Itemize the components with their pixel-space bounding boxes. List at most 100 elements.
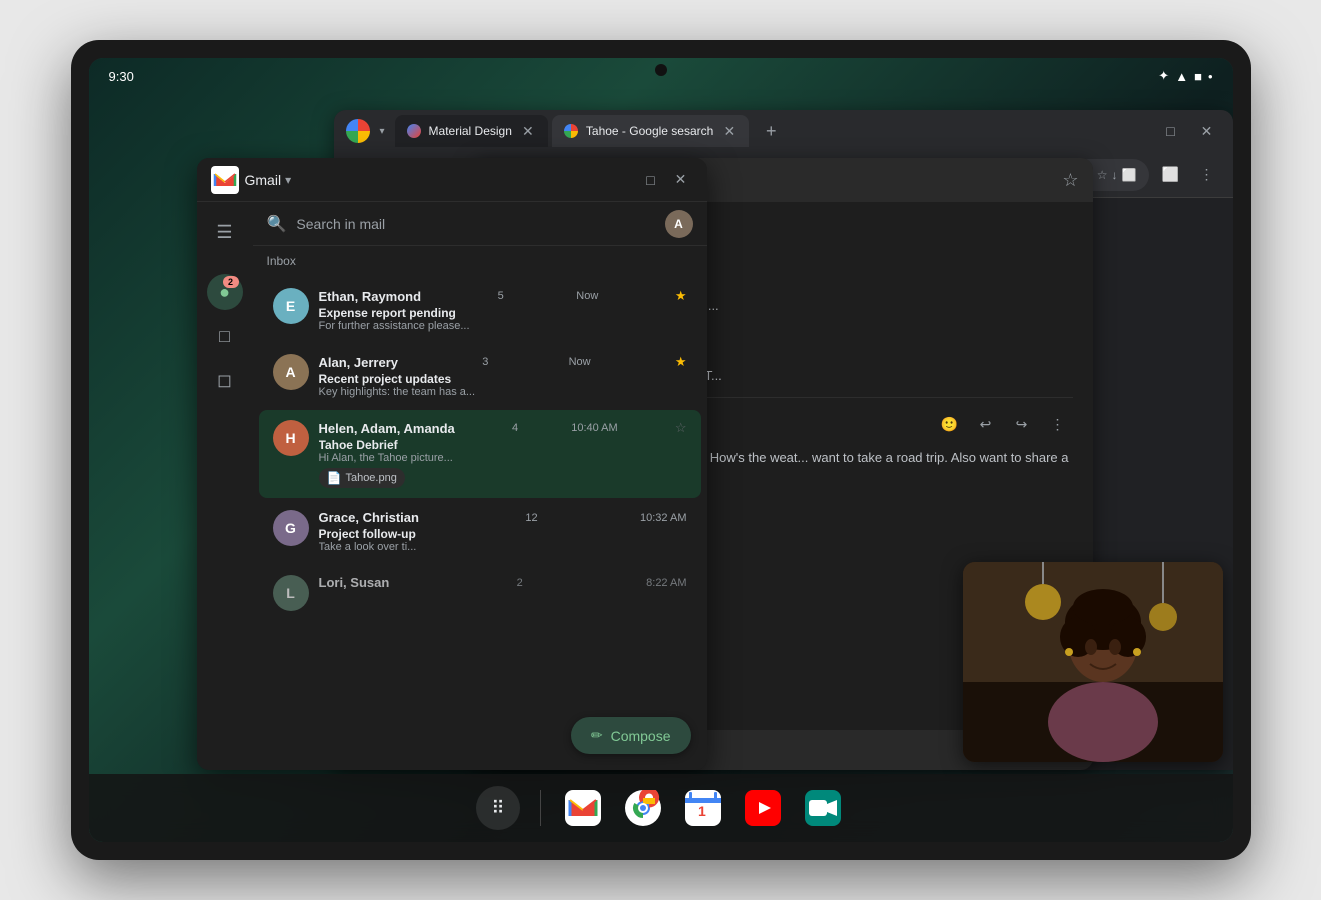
gmail-taskbar-icon <box>565 790 601 826</box>
email-list: 🔍 A Inbox E Ethan, Raymond 5 Now <box>253 202 707 770</box>
meet-taskbar-icon <box>805 790 841 826</box>
gmail-close-button[interactable]: ✕ <box>669 168 693 192</box>
chrome-tab-tahoe[interactable]: Tahoe - Google sesarch ✕ <box>552 115 749 147</box>
chrome-close-button[interactable]: ✕ <box>1193 117 1221 145</box>
forward-button[interactable]: ↪ <box>1007 409 1037 439</box>
email-count-ethan: 5 <box>498 290 504 302</box>
gmail-search-bar[interactable]: 🔍 A <box>253 202 707 246</box>
reply-button[interactable]: ↩ <box>971 409 1001 439</box>
lori-msg-actions: 🙂 ↩ ↪ ⋮ <box>935 409 1073 439</box>
chrome-tab-bar: ▾ Material Design ✕ Tahoe - Google sesar… <box>334 110 1233 152</box>
taskbar-youtube-icon[interactable] <box>741 786 785 830</box>
compose-button[interactable]: ✏ Compose <box>571 717 691 754</box>
attachment-icon: 📄 <box>327 471 342 485</box>
gmail-window-controls: □ ✕ <box>639 168 693 192</box>
taskbar-all-apps[interactable]: ⠿ <box>476 786 520 830</box>
email-time-lori: 8:22 AM <box>646 577 686 589</box>
chrome-minimize-button[interactable]: □ <box>1157 117 1185 145</box>
email-sender-ethan: Ethan, Raymond <box>319 289 422 304</box>
chrome-taskbar-icon <box>625 790 661 826</box>
taskbar-calendar-icon[interactable]: 1 <box>681 786 725 830</box>
compose-pencil-icon: ✏ <box>591 727 603 744</box>
email-time-grace: 10:32 AM <box>640 512 686 524</box>
gmail-chevron-icon[interactable]: ▾ <box>285 173 291 187</box>
email-preview-helen: Hi Alan, the Tahoe picture... <box>319 452 687 464</box>
signal-dot: • <box>1208 69 1213 84</box>
new-tab-button[interactable]: + <box>757 117 785 145</box>
tab-tahoe-close[interactable]: ✕ <box>721 123 737 139</box>
taskbar-gmail-icon[interactable] <box>561 786 605 830</box>
inbox-label: Inbox <box>253 246 707 276</box>
gmail-menu-icon[interactable]: ☰ <box>207 214 243 250</box>
email-item-lori[interactable]: L Lori, Susan 2 8:22 AM <box>259 565 701 621</box>
email-attachment-helen[interactable]: 📄 Tahoe.png <box>319 468 405 488</box>
camera <box>655 64 667 76</box>
email-sender-alan: Alan, Jerrery <box>319 355 399 370</box>
gmail-sidebar: ☰ ● 2 □ ◻ <box>197 202 253 770</box>
email-time-ethan: Now <box>576 290 598 302</box>
tab-material-title: Material Design <box>429 124 512 138</box>
search-icon: 🔍 <box>267 214 287 234</box>
system-time: 9:30 <box>109 69 134 84</box>
video-person-display <box>963 562 1223 762</box>
taskbar-divider <box>540 790 541 826</box>
email-avatar-alan: A <box>273 354 309 390</box>
search-input[interactable] <box>296 216 654 232</box>
sidebar-chat-icon[interactable]: □ <box>207 318 243 354</box>
email-item-ethan[interactable]: E Ethan, Raymond 5 Now ★ Expense report … <box>259 278 701 342</box>
gmail-titlebar: Gmail ▾ □ ✕ <box>197 158 707 202</box>
email-count-alan: 3 <box>482 356 488 368</box>
email-item-alan[interactable]: A Alan, Jerrery 3 Now ★ Recent project u… <box>259 344 701 408</box>
cast-icon[interactable]: ⬜ <box>1122 168 1137 182</box>
chrome-menu-button[interactable]: ⋮ <box>1193 161 1221 189</box>
calendar-taskbar-icon: 1 <box>685 790 721 826</box>
sidebar-inbox-icon[interactable]: ● 2 <box>207 274 243 310</box>
email-star-helen[interactable]: ☆ <box>675 420 687 436</box>
bluetooth-icon: ✦ <box>1158 68 1169 84</box>
email-preview-ethan: For further assistance please... <box>319 320 687 332</box>
compose-label: Compose <box>611 728 671 744</box>
more-actions-button[interactable]: ⋮ <box>1043 409 1073 439</box>
user-avatar[interactable]: A <box>665 210 693 238</box>
gmail-logo-icon <box>211 166 239 194</box>
email-content-grace: Grace, Christian 12 10:32 AM Project fol… <box>319 510 687 553</box>
attachment-filename: Tahoe.png <box>345 472 396 484</box>
email-sender-lori: Lori, Susan <box>319 575 390 590</box>
unread-badge: 2 <box>223 276 239 288</box>
email-content-alan: Alan, Jerrery 3 Now ★ Recent project upd… <box>319 354 687 398</box>
download-icon[interactable]: ↓ <box>1112 168 1118 182</box>
emoji-react-button[interactable]: 🙂 <box>935 409 965 439</box>
chrome-dropdown-icon[interactable]: ▾ <box>380 126 385 137</box>
tablet-frame: 9:30 ✦ ▲ ■ • ▾ Material Design ✕ <box>71 40 1251 860</box>
email-count-lori: 2 <box>517 577 523 589</box>
status-icons: ✦ ▲ ■ • <box>1158 68 1212 84</box>
email-content-helen: Helen, Adam, Amanda 4 10:40 AM ☆ Tahoe D… <box>319 420 687 488</box>
email-item-grace[interactable]: G Grace, Christian 12 10:32 AM Project f… <box>259 500 701 563</box>
taskbar-meet-icon[interactable] <box>801 786 845 830</box>
email-item-helen[interactable]: H Helen, Adam, Amanda 4 10:40 AM ☆ Tahoe… <box>259 410 701 498</box>
address-bar-actions: ☆ ↓ ⬜ <box>1097 168 1137 182</box>
tab-tahoe-title: Tahoe - Google sesarch <box>586 124 713 138</box>
youtube-taskbar-icon <box>745 790 781 826</box>
email-subject-helen: Tahoe Debrief <box>319 438 687 452</box>
chrome-window-controls: □ ✕ <box>1157 117 1221 145</box>
detail-star-button[interactable]: ☆ <box>1062 170 1078 191</box>
sidebar-meet-icon[interactable]: ◻ <box>207 362 243 398</box>
bookmark-icon[interactable]: ☆ <box>1097 168 1108 182</box>
email-subject-ethan: Expense report pending <box>319 306 687 320</box>
extensions-button[interactable]: ⬜ <box>1157 161 1185 189</box>
gmail-app-name: Gmail <box>245 172 282 188</box>
gmail-body: ☰ ● 2 □ ◻ 🔍 A <box>197 202 707 770</box>
email-subject-alan: Recent project updates <box>319 372 687 386</box>
tab-material-close[interactable]: ✕ <box>520 123 536 139</box>
email-avatar-helen: H <box>273 420 309 456</box>
email-star-alan[interactable]: ★ <box>675 354 687 370</box>
email-avatar-lori-list: L <box>273 575 309 611</box>
tablet-screen: 9:30 ✦ ▲ ■ • ▾ Material Design ✕ <box>89 58 1233 842</box>
chrome-tab-material[interactable]: Material Design ✕ <box>395 115 548 147</box>
email-time-helen: 10:40 AM <box>571 422 617 434</box>
gmail-maximize-button[interactable]: □ <box>639 168 663 192</box>
taskbar-chrome-icon[interactable] <box>621 786 665 830</box>
email-star-ethan[interactable]: ★ <box>675 288 687 304</box>
material-design-favicon <box>407 124 421 138</box>
